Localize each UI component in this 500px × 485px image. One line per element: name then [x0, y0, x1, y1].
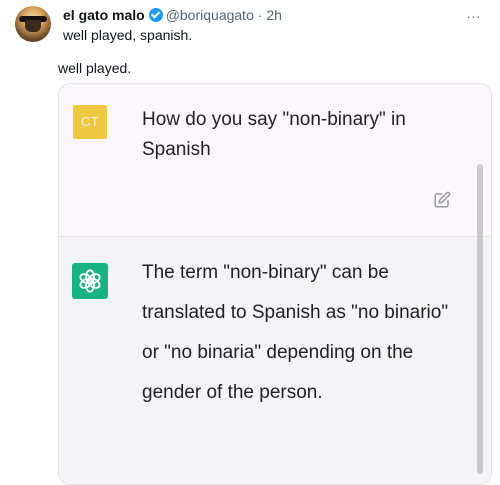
- user-message-row: CT How do you say "non-binary" in Spanis…: [59, 84, 491, 237]
- timestamp[interactable]: 2h: [266, 7, 282, 23]
- assistant-message-text: The term "non-binary" can be translated …: [142, 262, 449, 403]
- image-caption: well played.: [58, 60, 132, 76]
- tweet-header: el gato malo @boriquagato · 2h well playe…: [15, 6, 488, 46]
- verified-badge-icon: [148, 8, 163, 22]
- embedded-chat-screenshot[interactable]: CT How do you say "non-binary" in Spanis…: [58, 83, 492, 485]
- tweet-author-row: el gato malo @boriquagato · 2h: [63, 6, 282, 24]
- separator-dot: ·: [257, 7, 263, 23]
- scrollbar[interactable]: [477, 164, 483, 474]
- more-options-icon[interactable]: ...: [464, 6, 484, 22]
- user-avatar: CT: [73, 105, 107, 139]
- tweet-text: well played, spanish.: [63, 27, 193, 43]
- user-message-text: How do you say "non-binary" in Spanish: [142, 109, 406, 160]
- avatar[interactable]: [15, 6, 51, 42]
- display-name[interactable]: el gato malo: [63, 7, 145, 23]
- handle[interactable]: @boriquagato: [166, 7, 254, 23]
- assistant-message-row: The term "non-binary" can be translated …: [59, 237, 491, 484]
- avatar-face-shape: [25, 20, 41, 32]
- edit-icon[interactable]: [433, 191, 451, 209]
- openai-logo-icon: [72, 263, 108, 299]
